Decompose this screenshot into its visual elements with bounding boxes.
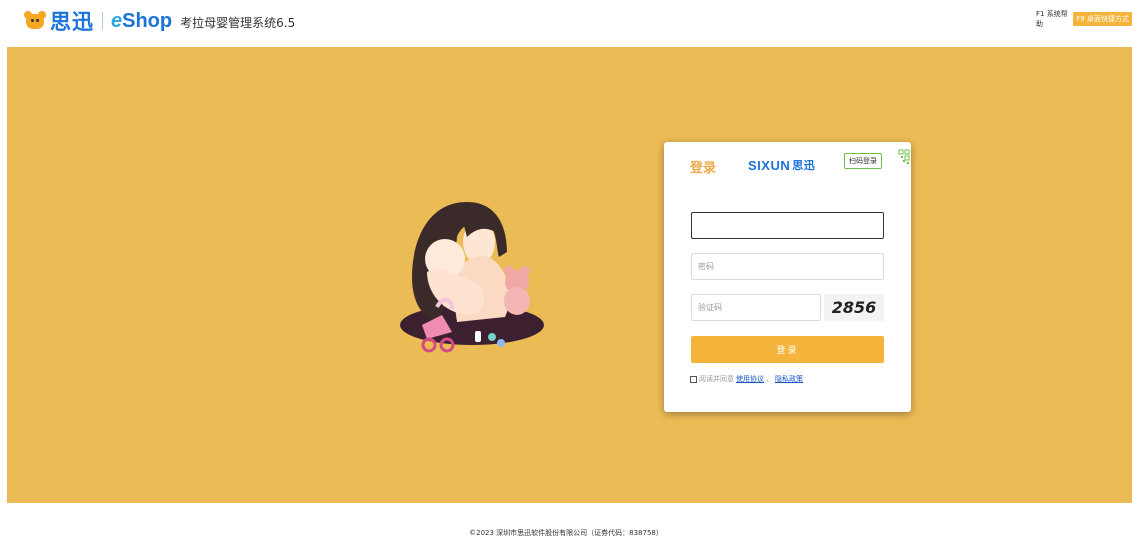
top-bar: 思迅 eShop 考拉母婴管理系统6.5 F1 系统帮助 F9 桌面快捷方式	[0, 0, 1132, 40]
logo-divider	[102, 12, 103, 30]
login-banner	[7, 47, 1132, 503]
terms-link[interactable]: 使用协议	[736, 374, 764, 384]
captcha-image[interactable]: 2856	[824, 294, 884, 321]
qr-login-tip[interactable]: 扫码登录	[844, 153, 882, 169]
brand-name-cn: 思迅	[50, 10, 94, 34]
captcha-input[interactable]: 验证码	[691, 294, 821, 321]
agree-checkbox[interactable]	[690, 375, 697, 383]
koala-logo-icon	[24, 11, 46, 31]
login-card: 登录 SIXUN 思迅 扫码登录 密码 验证码 2856 登录 阅读并同意 使用…	[664, 142, 911, 412]
qr-code-icon[interactable]	[893, 148, 911, 170]
login-button[interactable]: 登录	[691, 336, 884, 363]
product-title: 考拉母婴管理系统6.5	[180, 16, 296, 30]
brand-eshop: eShop	[111, 9, 173, 32]
agree-prefix: 阅读并同意	[699, 375, 734, 383]
privacy-link[interactable]: 隐私政策	[775, 374, 803, 384]
link-separator: 、	[766, 375, 773, 383]
footer-copyright: ©2023 深圳市思迅软件股份有限公司（证券代码：838758）	[469, 529, 663, 537]
sixun-brand: SIXUN 思迅	[748, 157, 816, 173]
logo: 思迅 eShop 考拉母婴管理系统6.5	[24, 7, 295, 35]
username-input[interactable]	[691, 212, 884, 239]
tab-login[interactable]: 登录	[690, 157, 716, 176]
desktop-shortcut-button[interactable]: F9 桌面快捷方式	[1073, 12, 1132, 26]
mother-baby-illustration	[400, 202, 544, 353]
help-link[interactable]: F1 系统帮助	[1036, 9, 1069, 29]
password-input[interactable]: 密码	[691, 253, 884, 280]
help-area: F1 系统帮助 F9 桌面快捷方式	[1036, 9, 1132, 29]
agreement-row: 阅读并同意 使用协议 、 隐私政策	[690, 374, 805, 384]
